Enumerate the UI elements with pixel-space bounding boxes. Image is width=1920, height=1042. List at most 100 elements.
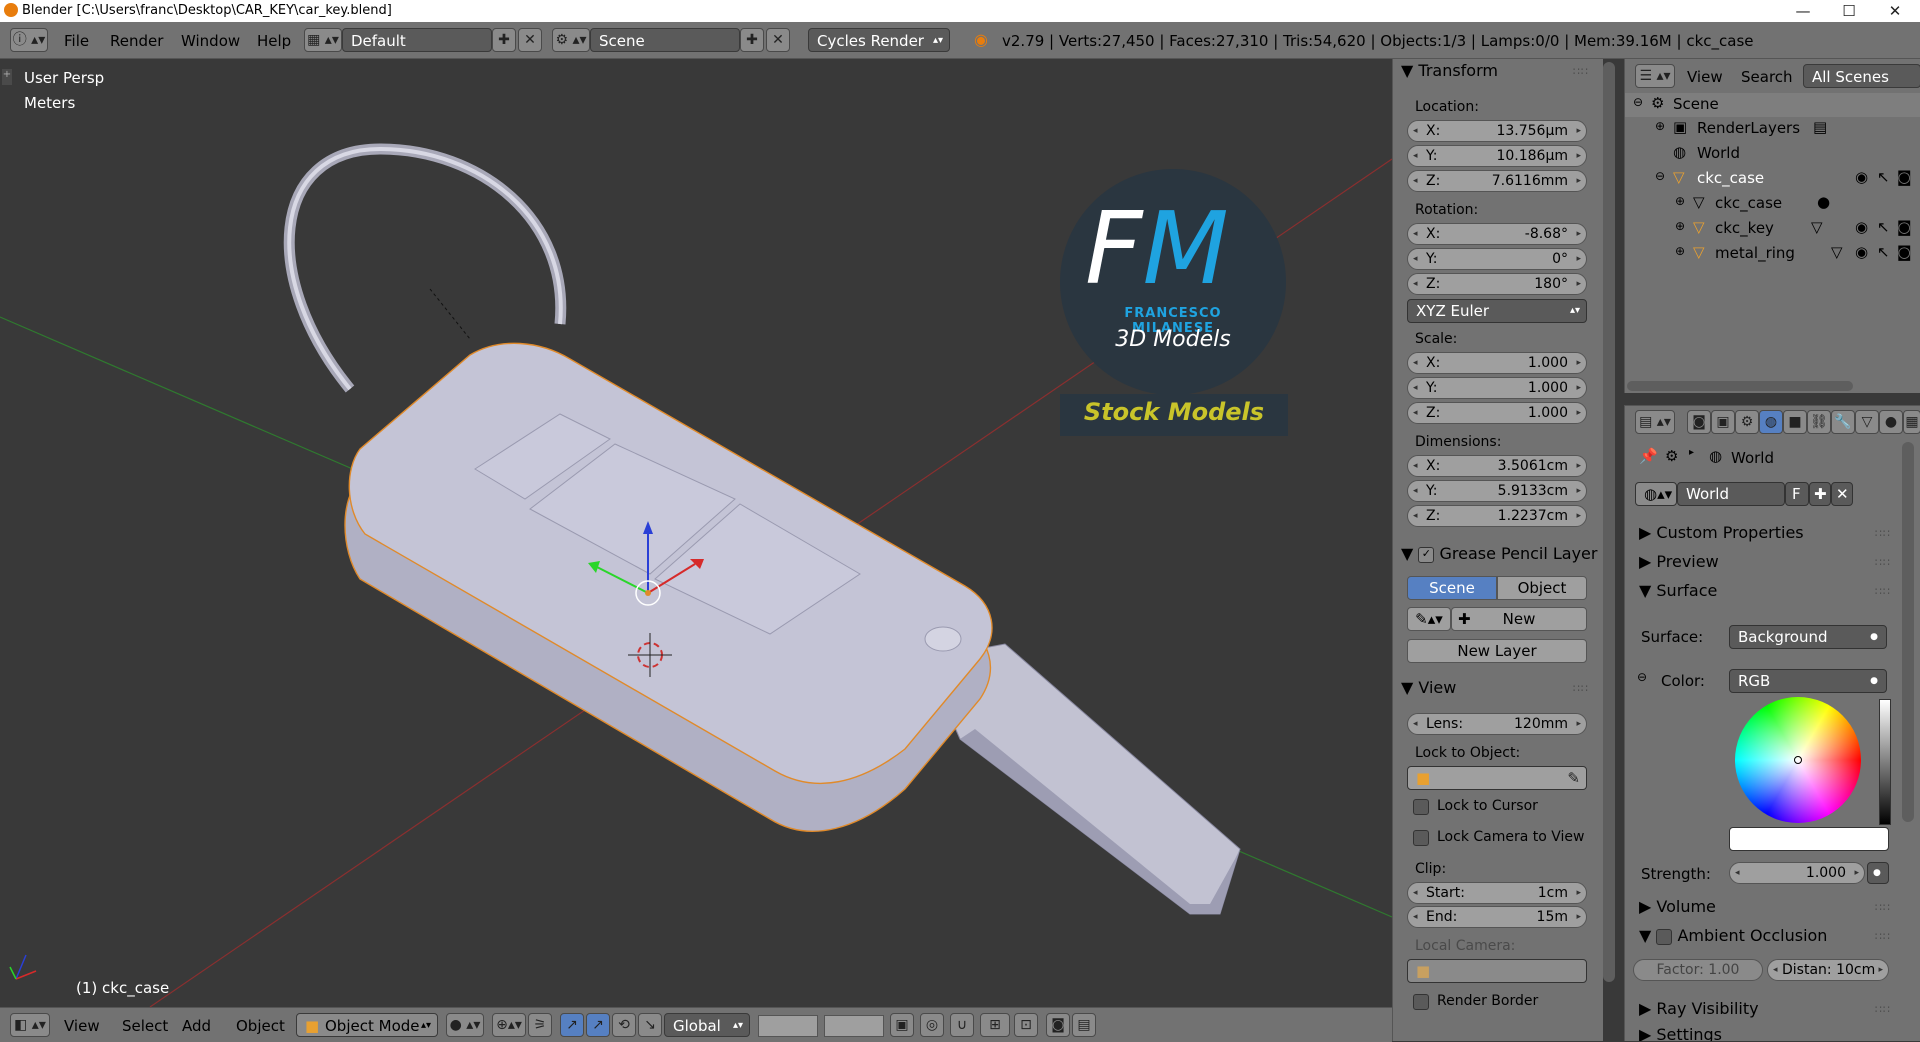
ambient-occlusion-checkbox[interactable] [1656,928,1673,945]
toolshelf-toggle-icon[interactable]: + [2,69,12,85]
manipulator-toggle-icon[interactable]: ⚞ [528,1013,552,1037]
strength-link-icon[interactable]: ● [1867,862,1889,884]
world-name-field[interactable]: World [1677,482,1785,506]
grease-new-button[interactable]: ✚ New [1451,607,1587,631]
outliner-row-scene[interactable]: ⊖ ⚙ Scene [1625,93,1920,117]
expand-icon[interactable]: ⊕ [1675,244,1685,258]
location-y-field[interactable]: ◂ Y: 10.186µm ▸ [1407,145,1587,167]
expand-icon[interactable]: ⊕ [1675,194,1685,208]
outliner-row-renderlayers[interactable]: ⊕ ▣ RenderLayers ▤ [1625,117,1920,141]
expand-icon[interactable]: ⊕ [1675,219,1685,233]
menu-file[interactable]: File [64,32,89,50]
render-animation-icon[interactable]: ▤ [1072,1013,1096,1037]
location-z-field[interactable]: ◂ Z: 7.6116mm ▸ [1407,170,1587,192]
cursor-icon[interactable]: ↖ [1877,218,1890,236]
outliner-row-ckc-key[interactable]: ⊕ ▽ ckc_key ▽ ◉ ↖ ◙ [1625,217,1920,241]
rotation-y-field[interactable]: ◂ Y: 0° ▸ [1407,248,1587,270]
scale-icon[interactable]: ↘ [638,1013,662,1037]
lens-field[interactable]: ◂ Lens: 120mm ▸ [1407,713,1587,735]
location-x-field[interactable]: ◂ X: 13.756µm ▸ [1407,120,1587,142]
drag-handle-icon[interactable]: ∷∷ [1573,682,1589,695]
drag-handle-icon[interactable]: ∷∷ [1875,585,1891,598]
grease-object-toggle[interactable]: Object [1497,576,1587,600]
outliner-menu-search[interactable]: Search [1741,68,1793,86]
screen-layout-field[interactable]: Default [342,28,492,52]
scene-tab-icon[interactable]: ⚙ [1735,410,1759,434]
menu-view[interactable]: View [64,1017,100,1035]
ao-distance-field[interactable]: ◂ Distan: 10cm ▸ [1767,959,1889,981]
expand-icon[interactable]: ⊕ [1655,119,1665,133]
clip-start-field[interactable]: ◂ Start: 1cm ▸ [1407,882,1587,904]
object-tab-icon[interactable]: ■ [1783,410,1807,434]
outliner-row-metal-ring[interactable]: ⊕ ▽ metal_ring ▽ ◉ ↖ ◙ [1625,242,1920,266]
screen-layout-icon[interactable]: ▦ ▴▾ [304,28,342,52]
dimensions-x-field[interactable]: ◂ X: 3.5061cm ▸ [1407,455,1587,477]
outliner-filter-select[interactable]: All Scenes [1803,64,1920,88]
rotation-z-field[interactable]: ◂ Z: 180° ▸ [1407,273,1587,295]
lock-camera-checkbox[interactable] [1413,830,1429,846]
add-scene-icon[interactable]: ✚ [740,28,764,52]
close-button[interactable]: ✕ [1872,0,1918,22]
lock-object-field[interactable]: ■ ✎ [1407,766,1587,790]
properties-scrollbar[interactable] [1902,442,1914,822]
drag-handle-icon[interactable]: ∷∷ [1875,901,1891,914]
outliner-editor-type-icon[interactable]: ☰ ▴▾ [1635,64,1675,88]
layers-grid-2[interactable] [824,1015,884,1037]
pin-icon[interactable]: 📌 [1639,447,1658,465]
scene-field[interactable]: Scene [590,28,740,52]
color-wheel-cursor[interactable] [1794,756,1802,764]
custom-properties-header[interactable]: ▶ Custom Properties [1639,523,1804,542]
grease-pencil-checkbox[interactable]: ✓ [1418,546,1435,563]
drag-handle-icon[interactable]: ∷∷ [1573,65,1589,78]
ambient-occlusion-header[interactable]: ▼ Ambient Occlusion [1639,926,1827,945]
pivot-point-icon[interactable]: ⊕▴▾ [492,1013,526,1037]
snap-target-icon[interactable]: ⊞ [980,1013,1010,1037]
surface-select[interactable]: Background ● [1729,625,1887,649]
settings-header[interactable]: ▶ Settings [1639,1025,1722,1041]
world-browse-icon[interactable]: ◍▴▾ [1635,482,1677,506]
grease-pencil-icon[interactable]: ✎▴▾ [1407,607,1451,631]
menu-help[interactable]: Help [257,32,291,50]
eye-icon[interactable]: ◉ [1855,168,1868,186]
transform-panel-header[interactable]: ▼ Transform [1401,61,1498,80]
snap-icon[interactable]: ∪ [950,1013,974,1037]
ray-visibility-header[interactable]: ▶ Ray Visibility [1639,999,1759,1018]
proportional-edit-icon[interactable]: ◎ [920,1013,944,1037]
outliner-hscrollbar[interactable] [1627,381,1853,391]
info-editor-type-icon[interactable]: ⓘ ▴▾ [10,28,48,52]
outliner-row-ckc-case[interactable]: ⊖ ▽ ckc_case ◉ ↖ ◙ [1625,167,1920,191]
camera-icon[interactable]: ◙ [1897,218,1912,236]
dimensions-z-field[interactable]: ◂ Z: 1.2237cm ▸ [1407,505,1587,527]
surface-header[interactable]: ▼ Surface [1639,581,1717,600]
properties-editor-type-icon[interactable]: ▤ ▴▾ [1635,410,1675,434]
render-border-checkbox[interactable] [1413,994,1429,1010]
rotate-icon[interactable]: ⟲ [612,1013,636,1037]
scale-z-field[interactable]: ◂ Z: 1.000 ▸ [1407,402,1587,424]
scale-x-field[interactable]: ◂ X: 1.000 ▸ [1407,352,1587,374]
outliner-row-world[interactable]: ◍ World [1625,142,1920,166]
orientation-select[interactable]: Global ▴▾ [664,1013,750,1037]
eyedropper-icon[interactable]: ✎ [1567,767,1580,789]
collapse-icon[interactable]: ⊖ [1633,95,1643,109]
outliner-row-ckc-case-mesh[interactable]: ⊕ ▽ ckc_case ● [1625,192,1920,216]
cursor-icon[interactable]: ↖ [1877,243,1890,261]
texture-tab-icon[interactable]: ▦ [1903,410,1920,434]
camera-icon[interactable]: ◙ [1897,168,1912,186]
render-engine-select[interactable]: Cycles Render ▴▾ [808,28,950,52]
material-tab-icon[interactable]: ● [1879,410,1903,434]
remove-screen-icon[interactable]: ✕ [518,28,542,52]
translate-icon[interactable]: ↗ [560,1013,584,1037]
volume-header[interactable]: ▶ Volume [1639,897,1716,916]
drag-handle-icon[interactable]: ∷∷ [1875,930,1891,943]
drag-handle-icon[interactable]: ∷∷ [1875,1003,1891,1016]
modifiers-tab-icon[interactable]: 🔧 [1831,410,1855,434]
menu-add[interactable]: Add [182,1017,211,1035]
cursor-icon[interactable]: ↖ [1877,168,1890,186]
menu-window[interactable]: Window [181,32,240,50]
color-mode-select[interactable]: RGB ● [1729,669,1887,693]
local-camera-field[interactable]: ■ [1407,959,1587,983]
scale-y-field[interactable]: ◂ Y: 1.000 ▸ [1407,377,1587,399]
clip-end-field[interactable]: ◂ End: 15m ▸ [1407,906,1587,928]
collapse-icon[interactable]: ⊖ [1655,169,1665,183]
menu-select[interactable]: Select [122,1017,168,1035]
